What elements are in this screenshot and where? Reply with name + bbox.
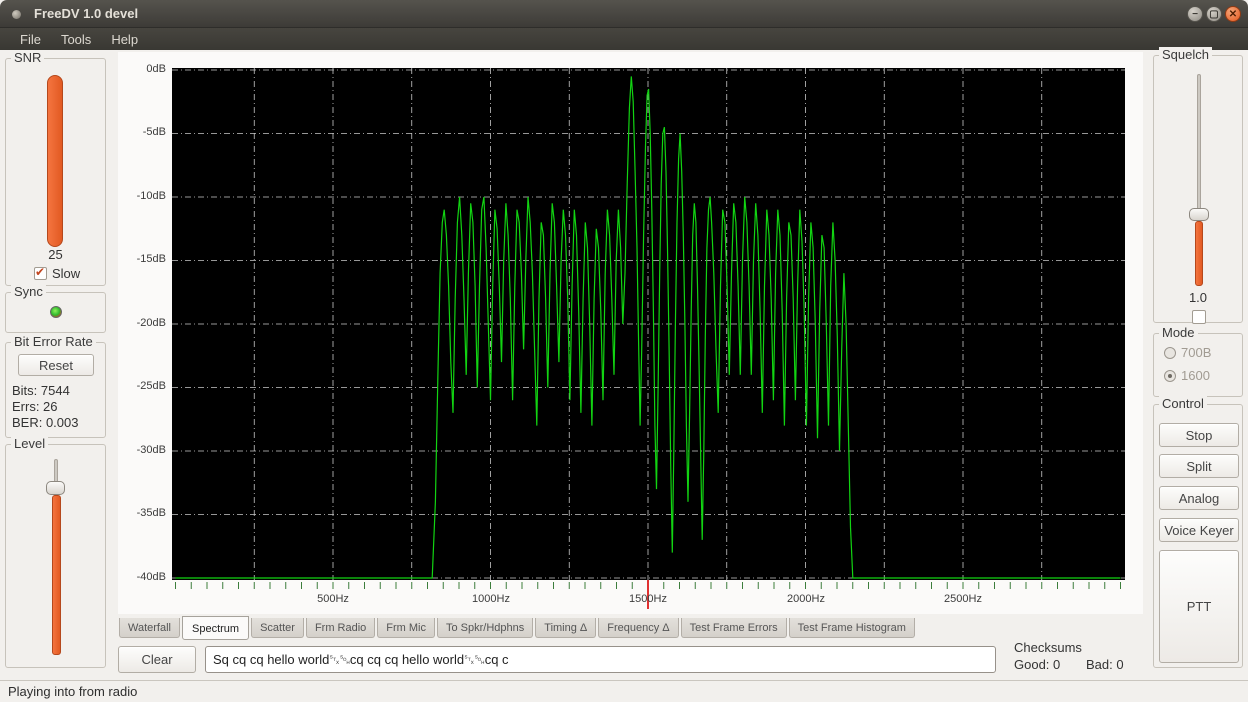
snr-gauge — [47, 75, 63, 247]
squelch-group-label: Squelch — [1159, 47, 1212, 62]
tab-test-frame-histogram[interactable]: Test Frame Histogram — [789, 618, 915, 638]
mode-option-1600[interactable]: 1600 — [1164, 367, 1210, 385]
tab-frequency-delta[interactable]: Frequency Δ — [598, 618, 678, 638]
voice-keyer-button[interactable]: Voice Keyer — [1159, 518, 1239, 542]
app-icon — [12, 10, 21, 19]
menu-file[interactable]: File — [10, 31, 51, 48]
title-bar: FreeDV 1.0 devel − ▢ ✕ — [0, 0, 1248, 28]
tab-test-frame-errors[interactable]: Test Frame Errors — [681, 618, 787, 638]
tab-frm-radio[interactable]: Frm Radio — [306, 618, 375, 638]
y-tick-8: -40dB — [118, 571, 166, 583]
bits-count: Bits: 7544 — [12, 383, 70, 398]
snr-value: 25 — [6, 247, 105, 262]
close-button[interactable]: ✕ — [1225, 6, 1241, 22]
snr-group-label: SNR — [11, 50, 44, 65]
squelch-slider-fill — [1195, 221, 1203, 286]
ber-value: BER: 0.003 — [12, 415, 79, 430]
level-group: Level — [5, 444, 106, 668]
slow-checkbox-label: Slow — [52, 266, 80, 281]
status-bar: Playing into from radio — [0, 680, 1248, 702]
y-tick-1: -5dB — [118, 126, 166, 138]
mode-group-label: Mode — [1159, 325, 1198, 340]
mode-group: Mode 700B 1600 — [1153, 333, 1243, 397]
status-text: Playing into from radio — [8, 684, 137, 699]
sync-group: Sync — [5, 292, 106, 333]
spectrum-svg — [118, 52, 1143, 614]
checksums-bad: Bad: 0 — [1086, 657, 1124, 672]
split-button[interactable]: Split — [1159, 454, 1239, 478]
x-tick-0: 500Hz — [298, 593, 368, 605]
squelch-group: Squelch 1.0 ✔ — [1153, 55, 1243, 323]
x-tick-1: 1000Hz — [456, 593, 526, 605]
analog-button[interactable]: Analog — [1159, 486, 1239, 510]
level-slider-fill — [52, 495, 61, 655]
y-tick-3: -15dB — [118, 253, 166, 265]
y-tick-5: -25dB — [118, 380, 166, 392]
y-tick-4: -20dB — [118, 317, 166, 329]
tab-waterfall[interactable]: Waterfall — [119, 618, 180, 638]
control-group: Control Stop Split Analog Voice Keyer PT… — [1153, 404, 1243, 668]
minimize-button[interactable]: − — [1187, 6, 1203, 22]
plot-tab-bar: Waterfall Spectrum Scatter Frm Radio Frm… — [119, 616, 917, 640]
y-tick-2: -10dB — [118, 190, 166, 202]
maximize-button[interactable]: ▢ — [1206, 6, 1222, 22]
slow-checkbox[interactable]: ✔ — [34, 267, 47, 280]
mode-option-700b[interactable]: 700B — [1164, 344, 1211, 362]
slow-checkbox-row: ✔ Slow — [34, 265, 80, 283]
x-tick-3: 2000Hz — [771, 593, 841, 605]
level-slider-handle[interactable] — [46, 481, 65, 495]
checksums-good: Good: 0 — [1014, 657, 1060, 672]
y-tick-6: -30dB — [118, 444, 166, 456]
tab-timing-delta[interactable]: Timing Δ — [535, 618, 596, 638]
mode-1600-radio[interactable] — [1164, 370, 1176, 382]
stop-button[interactable]: Stop — [1159, 423, 1239, 447]
tab-spectrum[interactable]: Spectrum — [182, 616, 249, 640]
mode-700b-radio[interactable] — [1164, 347, 1176, 359]
sync-led-indicator — [50, 306, 62, 318]
checksums-label: Checksums — [1014, 640, 1082, 655]
tab-scatter[interactable]: Scatter — [251, 618, 304, 638]
y-tick-7: -35dB — [118, 507, 166, 519]
menu-tools[interactable]: Tools — [51, 31, 101, 48]
x-tick-4: 2500Hz — [928, 593, 998, 605]
x-tick-2: 1500Hz — [613, 593, 683, 605]
ber-group-label: Bit Error Rate — [11, 334, 96, 349]
y-tick-0: 0dB — [118, 63, 166, 75]
app-window: FreeDV 1.0 devel − ▢ ✕ File Tools Help S… — [0, 0, 1248, 702]
checksums-panel: Checksums Good: 0 Bad: 0 — [1006, 640, 1142, 674]
clear-button[interactable]: Clear — [118, 646, 196, 673]
ptt-button[interactable]: PTT — [1159, 550, 1239, 663]
tab-to-spkr-hdphns[interactable]: To Spkr/Hdphns — [437, 618, 533, 638]
squelch-slider-handle[interactable] — [1189, 208, 1209, 221]
mode-700b-label: 700B — [1181, 345, 1211, 360]
control-group-label: Control — [1159, 396, 1207, 411]
check-icon: ✔ — [35, 265, 45, 279]
window-controls: − ▢ ✕ — [1187, 6, 1241, 22]
squelch-value: 1.0 — [1154, 290, 1242, 305]
menu-bar: File Tools Help — [0, 28, 1248, 50]
window-title: FreeDV 1.0 devel — [34, 6, 138, 21]
reset-button[interactable]: Reset — [18, 354, 94, 376]
squelch-enable-checkbox[interactable]: ✔ — [1192, 310, 1206, 324]
snr-group: SNR 25 ✔Slow — [5, 58, 106, 286]
sync-group-label: Sync — [11, 284, 46, 299]
bit-error-rate-group: Bit Error Rate Reset Bits: 7544 Errs: 26… — [5, 342, 106, 438]
decoded-text-field[interactable] — [205, 646, 996, 673]
errors-count: Errs: 26 — [12, 399, 58, 414]
level-group-label: Level — [11, 436, 48, 451]
menu-help[interactable]: Help — [101, 31, 148, 48]
mode-1600-label: 1600 — [1181, 368, 1210, 383]
spectrum-plot[interactable]: 0dB -5dB -10dB -15dB -20dB -25dB -30dB -… — [118, 52, 1143, 614]
tab-frm-mic[interactable]: Frm Mic — [377, 618, 435, 638]
